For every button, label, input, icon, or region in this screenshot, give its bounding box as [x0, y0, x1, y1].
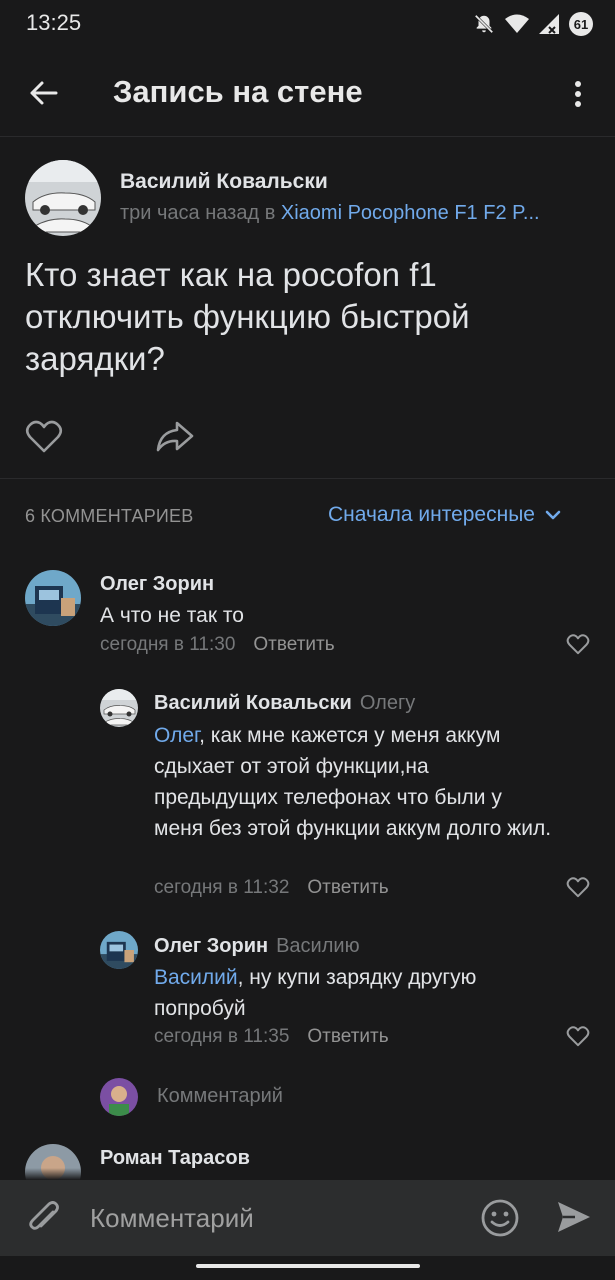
truck-avatar-image [25, 570, 81, 626]
comment-reply-to[interactable]: Олегу [360, 692, 415, 714]
truck-avatar-image [100, 931, 138, 969]
comment-avatar[interactable] [25, 570, 81, 626]
comment-like-button[interactable] [566, 1026, 590, 1052]
status-time: 13:25 [26, 10, 82, 35]
comment-like-button[interactable] [566, 877, 590, 903]
battery-level: 61 [573, 16, 589, 32]
more-vertical-icon [575, 81, 581, 107]
comment-time: сегодня в 11:35 [154, 1026, 290, 1047]
signal-icon [539, 14, 559, 34]
comment-meta: сегодня в 11:32 Ответить [154, 877, 389, 899]
emoji-icon [481, 1199, 519, 1237]
comment-avatar[interactable] [100, 931, 138, 969]
emoji-button[interactable] [480, 1198, 520, 1243]
page-title: Запись на стене [113, 74, 363, 109]
car-avatar-image [100, 689, 138, 727]
attach-button[interactable] [25, 1198, 65, 1243]
mute-icon [474, 14, 494, 34]
comment-meta: сегодня в 11:30 Ответить [100, 634, 335, 656]
comment-text-body: , как мне кажется у меня аккум сдыхает о… [154, 724, 552, 840]
back-arrow-icon [30, 81, 58, 105]
comment-text: Василий, ну купи зарядку другую попробуй [154, 962, 554, 1024]
battery-icon: 61 [569, 12, 593, 36]
reply-comment-input[interactable]: Комментарий [157, 1085, 283, 1108]
comment-like-button[interactable] [566, 634, 590, 660]
reply-button[interactable]: Ответить [307, 877, 388, 899]
post-group-link[interactable]: Xiaomi Pocophone F1 F2 P... [281, 202, 540, 224]
comment-text: А что не так то [100, 604, 244, 627]
post-like-button[interactable] [25, 420, 63, 459]
status-icons: 61 [473, 12, 593, 36]
share-icon [156, 421, 194, 452]
comment-author[interactable]: Олег Зорин [154, 935, 268, 957]
input-bar-fade [0, 1168, 615, 1180]
heart-icon [566, 877, 590, 898]
car-avatar-image [25, 160, 101, 236]
post-text: Кто знает как на pocofon f1 отключить фу… [25, 256, 470, 377]
reply-button[interactable]: Ответить [253, 634, 334, 656]
mention-link[interactable]: Олег [154, 724, 199, 747]
post-time: три часа назад в [120, 202, 276, 224]
comment-avatar[interactable] [100, 689, 138, 727]
user-avatar-image [100, 1078, 138, 1116]
comment-time: сегодня в 11:30 [100, 634, 236, 655]
heart-icon [25, 420, 63, 453]
comments-count: 6 КОММЕНТАРИЕВ [25, 506, 194, 526]
post-author-name[interactable]: Василий Ковальски [120, 170, 328, 194]
comment-author[interactable]: Василий Ковальски [154, 692, 352, 714]
heart-icon [566, 634, 590, 655]
comment-meta: сегодня в 11:35 Ответить [154, 1026, 389, 1048]
back-button[interactable] [26, 75, 62, 111]
heart-icon [566, 1026, 590, 1047]
app-bar-divider [0, 136, 615, 137]
comment-header: Олег Зорин Василию [154, 935, 360, 958]
comments-sort-dropdown[interactable]: Сначала интересные [328, 503, 561, 527]
comment-author[interactable]: Олег Зорин [100, 573, 214, 596]
wifi-icon [505, 14, 529, 33]
comment-text: Олег, как мне кажется у меня аккум сдыха… [154, 720, 554, 844]
author-avatar[interactable] [25, 160, 101, 236]
comment-time: сегодня в 11:32 [154, 877, 290, 898]
current-user-avatar [100, 1078, 138, 1116]
send-icon [558, 1202, 590, 1232]
comment-reply-to[interactable]: Василию [276, 935, 359, 957]
comment-author[interactable]: Роман Тарасов [100, 1147, 250, 1170]
send-button[interactable] [555, 1198, 593, 1241]
more-button[interactable] [560, 76, 596, 112]
chevron-down-icon [545, 510, 561, 520]
actions-divider [0, 478, 615, 479]
mention-link[interactable]: Василий [154, 966, 238, 989]
comments-sort-label: Сначала интересные [328, 503, 535, 526]
post-meta: три часа назад в Xiaomi Pocophone F1 F2 … [120, 202, 590, 225]
paperclip-icon [29, 1201, 59, 1230]
reply-button[interactable]: Ответить [307, 1026, 388, 1048]
gesture-nav-handle [196, 1264, 420, 1268]
comment-header: Василий Ковальски Олегу [154, 692, 415, 715]
post-share-button[interactable] [155, 420, 195, 459]
comment-input[interactable] [90, 1198, 460, 1238]
